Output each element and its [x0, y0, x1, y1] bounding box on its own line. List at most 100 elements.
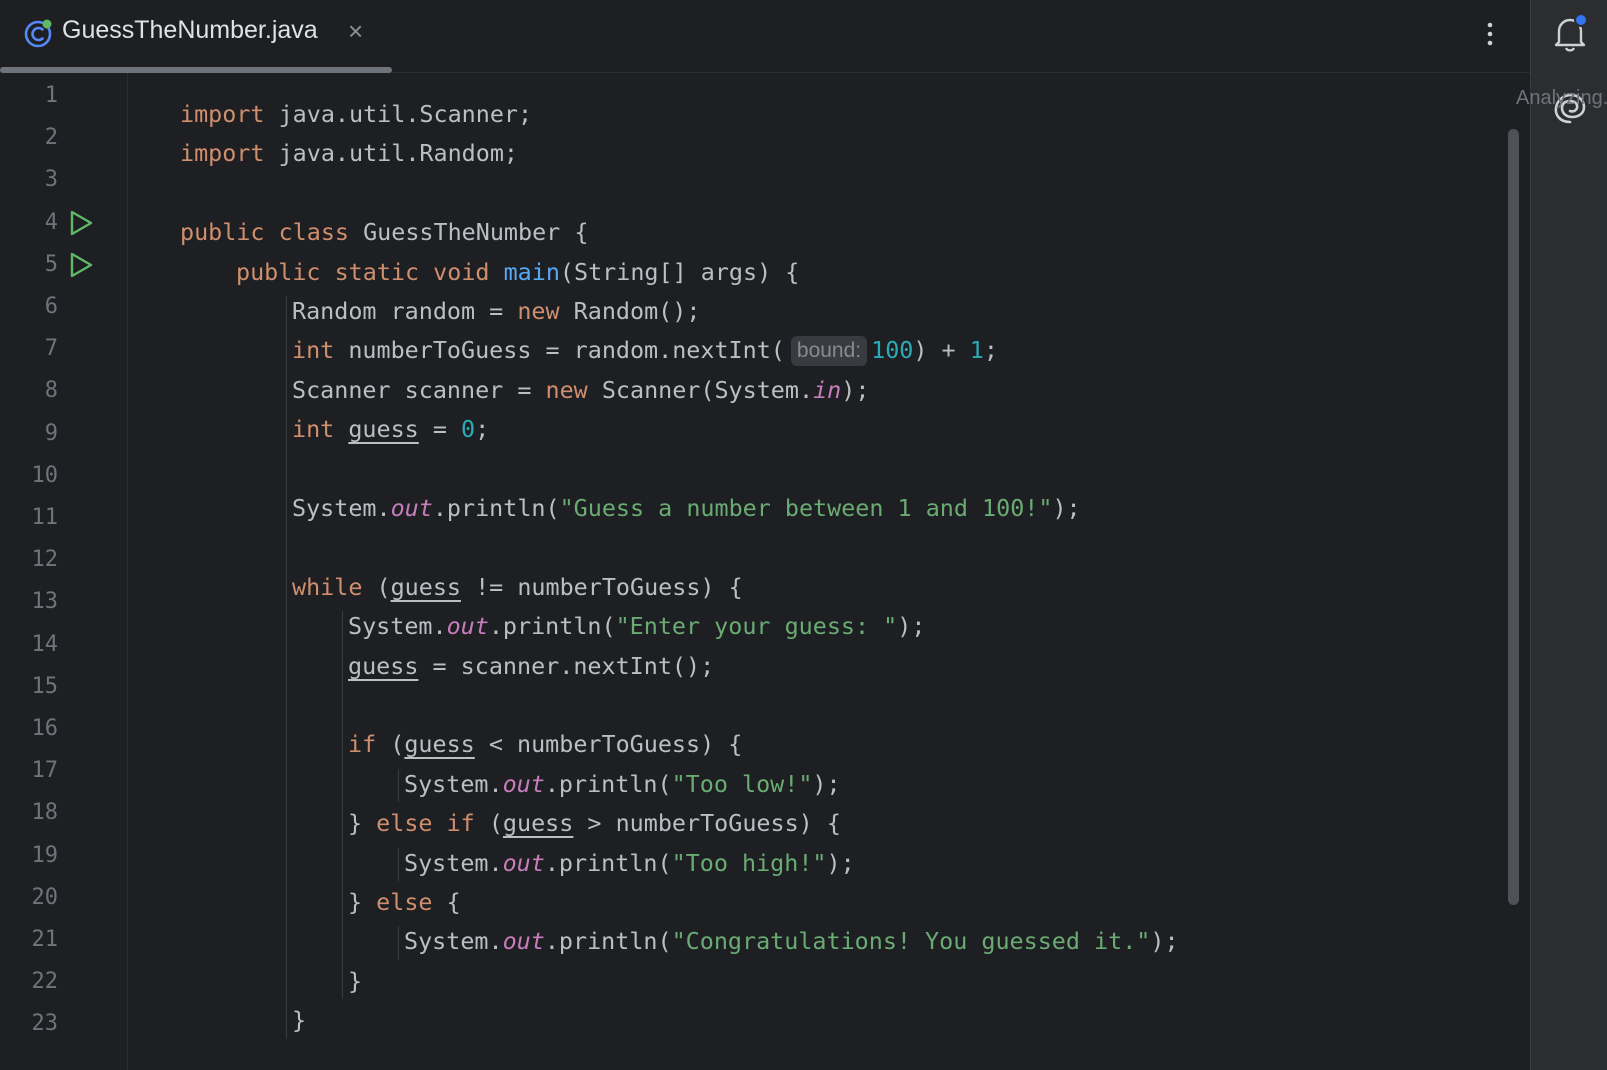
code-line: } [292, 1003, 306, 1037]
code-token: ; [475, 415, 490, 444]
code-token: = [418, 415, 462, 444]
java-class-file-icon [24, 19, 52, 48]
code-line: public static void main(String[] args) { [236, 255, 799, 289]
indent-guide [398, 926, 399, 960]
code-token: in [813, 375, 842, 404]
line-number: 15 [31, 673, 59, 699]
line-number: 23 [31, 1011, 59, 1037]
code-token: ; [983, 336, 998, 365]
code-token: out [502, 848, 545, 877]
line-number: 19 [31, 842, 59, 868]
analyzing-status: Analyzing... [1516, 87, 1607, 109]
code-token: System. [404, 927, 503, 956]
code-line: Random random = new Random(); [292, 294, 700, 328]
code-token: ) + [913, 336, 970, 365]
code-token: } [348, 966, 363, 995]
code-area[interactable]: Analyzing... import java.util.Scanner;im… [128, 73, 1607, 1070]
code-token: .println( [544, 769, 672, 798]
code-token: ( [474, 809, 503, 838]
line-number: 1 [44, 83, 58, 108]
line-number: 17 [31, 758, 59, 784]
code-line: } else { [348, 885, 461, 919]
code-token: "Enter your guess: " [615, 612, 898, 641]
code-token: "Too high!" [671, 848, 827, 877]
code-line: System.out.println("Congratulations! You… [404, 924, 1179, 958]
line-number: 2 [44, 125, 58, 151]
editor-tab-bar: GuessTheNumber.java × [0, 0, 1530, 73]
tab-guessthenumber-java[interactable]: GuessTheNumber.java × [0, 0, 392, 73]
code-token: ( [376, 730, 405, 759]
code-line: Scanner scanner = new Scanner(System.in)… [292, 373, 869, 407]
code-token: import [180, 139, 279, 168]
code-token: Random(); [559, 297, 701, 325]
line-number: 12 [31, 547, 59, 573]
code-token: ); [812, 769, 841, 798]
line-number: 11 [31, 505, 59, 530]
code-line: System.out.println("Guess a number betwe… [292, 491, 1081, 525]
code-token: int [292, 415, 335, 444]
code-token: guess [348, 651, 419, 680]
code-token: numberToGuess = random.nextInt( [334, 336, 785, 365]
notifications-bell-icon[interactable] [1549, 12, 1591, 54]
more-vertical-icon[interactable] [1480, 16, 1500, 52]
code-token: out [502, 927, 545, 956]
line-number: 16 [31, 716, 59, 741]
code-token: out [390, 494, 433, 522]
line-number: 5 [44, 251, 58, 277]
code-token: public static void [236, 257, 504, 286]
code-line: import java.util.Scanner; [180, 97, 532, 131]
line-number: 22 [31, 969, 59, 995]
close-icon[interactable]: × [348, 16, 363, 47]
code-token: ); [826, 848, 855, 877]
code-line: } [348, 964, 362, 998]
code-line: public class GuessTheNumber { [180, 215, 588, 249]
line-number: 10 [31, 462, 59, 488]
code-line: guess = scanner.nextInt(); [348, 649, 714, 683]
line-number: 21 [31, 927, 59, 952]
code-token: else if [376, 809, 475, 838]
code-token: guess [348, 415, 419, 444]
line-number: 9 [44, 420, 58, 446]
code-token: "Guess a number between 1 and 100!" [559, 494, 1053, 522]
code-token: import [180, 100, 279, 128]
code-line: import java.util.Random; [180, 136, 518, 170]
code-token: "Too low!" [671, 769, 813, 798]
code-token: guess [390, 572, 462, 601]
code-token: ( [362, 572, 391, 601]
line-number-gutter[interactable]: 1 2 3 4 5 6 7 8 9 10 11 12 13 14 15 16 17 18 19 20 21 22 23 [0, 73, 128, 1070]
code-token: .println( [432, 494, 560, 522]
code-token: main [503, 257, 560, 286]
code-token: ); [1150, 927, 1179, 956]
code-token: System. [404, 848, 503, 877]
code-token: "Congratulations! You guessed it." [671, 927, 1151, 956]
code-token: java.util.Random; [278, 139, 518, 168]
code-token: { [432, 888, 461, 916]
line-number: 7 [44, 336, 58, 362]
code-token: int [292, 336, 335, 365]
code-token: else [376, 888, 433, 916]
code-token: ); [1052, 494, 1081, 522]
code-token: System. [348, 612, 447, 641]
code-line: System.out.println("Too low!"); [404, 767, 841, 801]
code-token: < numberToGuess) { [474, 730, 743, 759]
line-number: 20 [31, 884, 59, 910]
code-token: } [292, 1006, 307, 1035]
vertical-scrollbar[interactable] [1508, 129, 1519, 905]
code-token: out [502, 769, 545, 798]
code-line: } else if (guess > numberToGuess) { [348, 806, 841, 840]
indent-guide [286, 296, 287, 1039]
code-editor[interactable]: 1 2 3 4 5 6 7 8 9 10 11 12 13 14 15 16 17 18 19 20 21 22 23 An… [0, 73, 1607, 1070]
code-line: if (guess < numberToGuess) { [348, 727, 742, 761]
code-token: } [348, 888, 377, 916]
run-gutter-icon[interactable] [68, 208, 94, 238]
code-token: Scanner scanner = [292, 375, 546, 404]
code-token: 1 [969, 336, 984, 365]
run-gutter-icon[interactable] [68, 250, 94, 280]
indent-guide [342, 611, 343, 1000]
line-number: 6 [44, 294, 58, 319]
line-number: 3 [44, 167, 58, 193]
right-tool-window-bar [1530, 0, 1607, 1070]
code-line: while (guess != numberToGuess) { [292, 570, 743, 604]
code-token: Random random = [292, 297, 518, 325]
